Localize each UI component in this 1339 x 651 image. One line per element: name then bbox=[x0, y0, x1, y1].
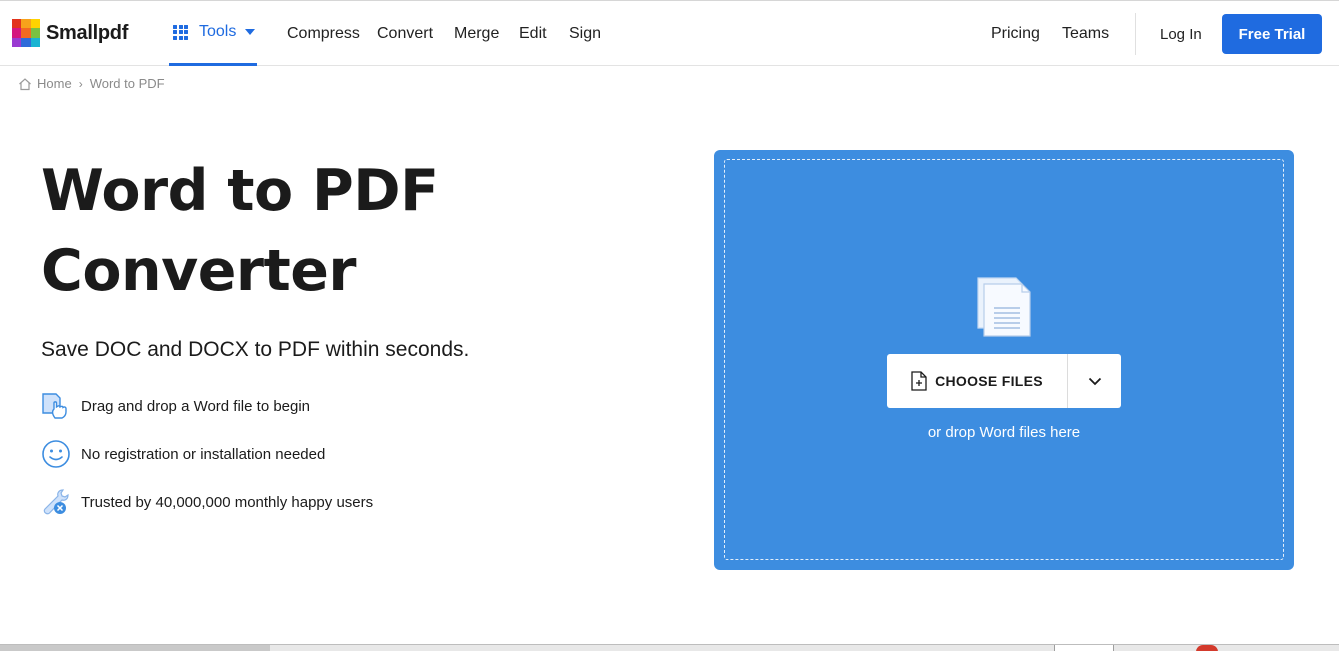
smallpdf-logo-mark bbox=[12, 19, 40, 47]
taskbar-app-icon[interactable] bbox=[1196, 645, 1218, 651]
chevron-down-icon bbox=[1088, 377, 1101, 385]
nav-teams[interactable]: Teams bbox=[1062, 25, 1109, 43]
login-link[interactable]: Log In bbox=[1160, 26, 1202, 43]
caret-down-icon bbox=[245, 29, 256, 35]
file-drop-zone[interactable]: CHOOSE FILES or drop Word files here bbox=[714, 150, 1294, 570]
breadcrumb-home[interactable]: Home bbox=[37, 76, 72, 91]
choose-files-label: CHOOSE FILES bbox=[935, 373, 1043, 389]
drag-drop-hand-icon bbox=[41, 391, 71, 421]
smiley-icon bbox=[41, 439, 71, 469]
nav-convert[interactable]: Convert bbox=[377, 25, 433, 43]
logo-text: Smallpdf bbox=[46, 21, 129, 44]
feature-text: No registration or installation needed bbox=[81, 445, 326, 463]
page-title-line-2: Converter bbox=[41, 238, 357, 304]
free-trial-button[interactable]: Free Trial bbox=[1222, 14, 1322, 54]
nav-merge[interactable]: Merge bbox=[454, 25, 499, 43]
choose-files-control: CHOOSE FILES bbox=[887, 354, 1121, 408]
top-navigation-bar: Smallpdf Tools Compress Convert Merge Ed… bbox=[0, 0, 1339, 66]
drop-hint-text: or drop Word files here bbox=[927, 424, 1081, 441]
taskbar-segment bbox=[1054, 645, 1114, 651]
tools-menu-button[interactable]: Tools bbox=[169, 1, 257, 66]
wrench-badge-icon bbox=[41, 487, 71, 517]
feature-item: No registration or installation needed bbox=[41, 439, 325, 469]
breadcrumb: Home › Word to PDF bbox=[18, 76, 165, 91]
feature-text: Trusted by 40,000,000 monthly happy user… bbox=[81, 493, 374, 511]
add-file-icon bbox=[911, 371, 927, 391]
nav-edit[interactable]: Edit bbox=[519, 25, 547, 43]
tools-label: Tools bbox=[199, 23, 237, 40]
header-divider bbox=[1135, 13, 1136, 55]
breadcrumb-separator: › bbox=[78, 76, 83, 91]
smallpdf-logo[interactable]: Smallpdf bbox=[12, 19, 128, 47]
choose-files-button[interactable]: CHOOSE FILES bbox=[887, 354, 1067, 408]
nav-pricing[interactable]: Pricing bbox=[991, 25, 1040, 43]
home-icon bbox=[19, 77, 31, 90]
apps-grid-icon bbox=[173, 24, 188, 40]
bottom-taskbar-strip bbox=[0, 644, 1339, 651]
upload-source-dropdown[interactable] bbox=[1068, 354, 1121, 408]
page-title-line-1: Word to PDF bbox=[41, 158, 439, 224]
feature-item: Trusted by 40,000,000 monthly happy user… bbox=[41, 487, 373, 517]
nav-compress[interactable]: Compress bbox=[287, 25, 360, 43]
documents-icon bbox=[977, 277, 1031, 337]
nav-sign[interactable]: Sign bbox=[569, 25, 601, 43]
feature-item: Drag and drop a Word file to begin bbox=[41, 391, 310, 421]
taskbar-segment bbox=[0, 645, 270, 651]
page-subtitle: Save DOC and DOCX to PDF within seconds. bbox=[41, 338, 470, 361]
feature-text: Drag and drop a Word file to begin bbox=[81, 397, 311, 415]
breadcrumb-current: Word to PDF bbox=[89, 76, 165, 91]
